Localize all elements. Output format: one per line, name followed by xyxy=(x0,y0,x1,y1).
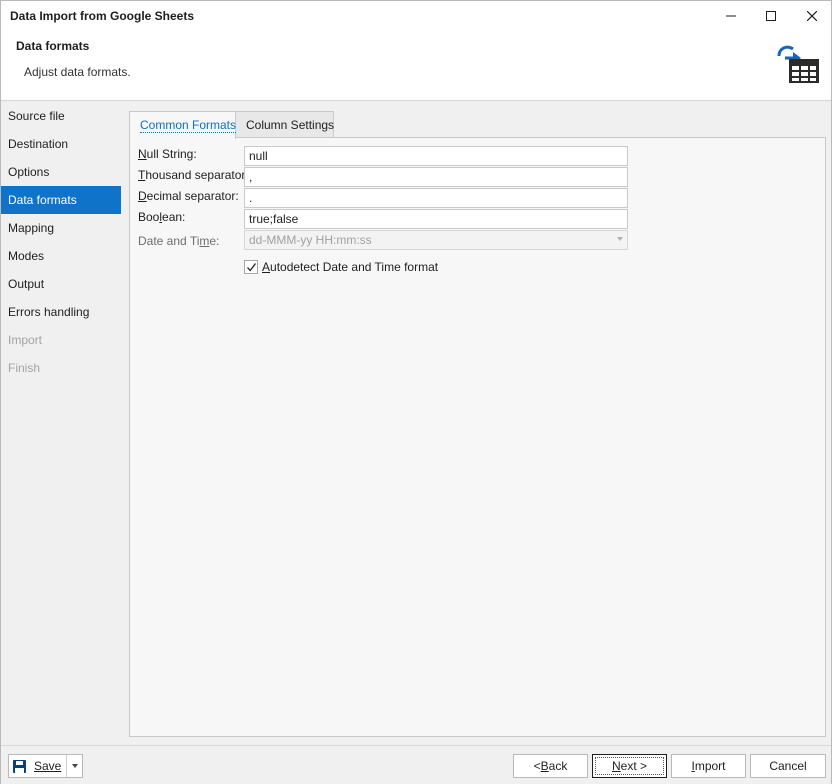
thousand-separator-input[interactable] xyxy=(244,167,628,187)
sidebar-item-mapping[interactable]: Mapping xyxy=(1,214,121,242)
null-string-input[interactable] xyxy=(244,146,628,166)
null-string-label: Null String: xyxy=(138,147,197,161)
chevron-down-icon xyxy=(617,237,623,241)
tab-common-formats[interactable]: Common Formats xyxy=(129,111,237,139)
date-time-value: dd-MMM-yy HH:mm:ss xyxy=(249,233,372,247)
sidebar-item-errors-handling[interactable]: Errors handling xyxy=(1,298,121,326)
cancel-button[interactable]: Cancel xyxy=(750,754,826,778)
wizard-footer: Save < Back Next > Import Cancel xyxy=(1,745,831,784)
tab-common-formats-label: Common Formats xyxy=(140,118,237,133)
autodetect-checkbox[interactable] xyxy=(244,260,258,274)
page-title: Data formats xyxy=(16,39,90,53)
title-bar: Data Import from Google Sheets xyxy=(1,1,831,31)
dialog-window: Data Import from Google Sheets Data form… xyxy=(0,0,832,784)
checkmark-icon xyxy=(247,263,257,272)
minimize-button[interactable] xyxy=(711,1,751,31)
autodetect-label[interactable]: Autodetect Date and Time format xyxy=(262,260,438,274)
sidebar-item-source-file[interactable]: Source file xyxy=(1,102,121,130)
back-button[interactable]: < Back xyxy=(513,754,588,778)
save-button-label: Save xyxy=(34,759,62,773)
tab-column-settings-label: Column Settings xyxy=(246,118,335,132)
maximize-button[interactable] xyxy=(751,1,791,31)
close-button[interactable] xyxy=(792,1,832,31)
close-icon xyxy=(807,11,817,21)
sidebar-item-import: Import xyxy=(8,333,43,347)
date-time-label: Date and Time: xyxy=(138,234,220,248)
next-button[interactable]: Next > xyxy=(592,754,667,778)
main-panel: Common Formats Column Settings Null Stri… xyxy=(121,102,831,745)
thousand-separator-label: Thousand separator: xyxy=(138,168,249,182)
minimize-icon xyxy=(726,15,736,17)
page-subtitle: Adjust data formats. xyxy=(24,65,131,79)
sidebar-item-modes[interactable]: Modes xyxy=(1,242,121,270)
sidebar-item-options[interactable]: Options xyxy=(1,158,121,186)
date-time-select: dd-MMM-yy HH:mm:ss xyxy=(244,230,628,250)
floppy-disk-icon xyxy=(13,759,26,773)
sidebar-item-output[interactable]: Output xyxy=(1,270,121,298)
wizard-navigation: Source file Destination Options Data for… xyxy=(1,102,121,745)
boolean-label: Boolean: xyxy=(138,210,186,224)
save-button[interactable]: Save xyxy=(9,755,66,777)
common-formats-panel: Null String: Thousand separator: Decimal… xyxy=(129,137,826,737)
window-title: Data Import from Google Sheets xyxy=(10,9,195,23)
focus-ring xyxy=(595,757,664,775)
cancel-button-label: Cancel xyxy=(769,759,807,773)
chevron-down-icon xyxy=(71,764,78,768)
decimal-separator-label: Decimal separator: xyxy=(138,189,239,203)
sidebar-item-data-formats[interactable]: Data formats xyxy=(1,186,121,214)
save-split-button: Save xyxy=(8,754,83,778)
wizard-header: Data formats Adjust data formats. xyxy=(1,31,831,101)
sidebar-item-finish: Finish xyxy=(8,361,41,375)
import-button[interactable]: Import xyxy=(671,754,746,778)
boolean-input[interactable] xyxy=(244,209,628,229)
maximize-icon xyxy=(766,11,776,21)
table-import-icon xyxy=(773,42,821,89)
tab-column-settings[interactable]: Column Settings xyxy=(235,111,334,138)
decimal-separator-input[interactable] xyxy=(244,188,628,208)
save-dropdown-button[interactable] xyxy=(66,755,82,777)
sidebar-item-destination[interactable]: Destination xyxy=(1,130,121,158)
